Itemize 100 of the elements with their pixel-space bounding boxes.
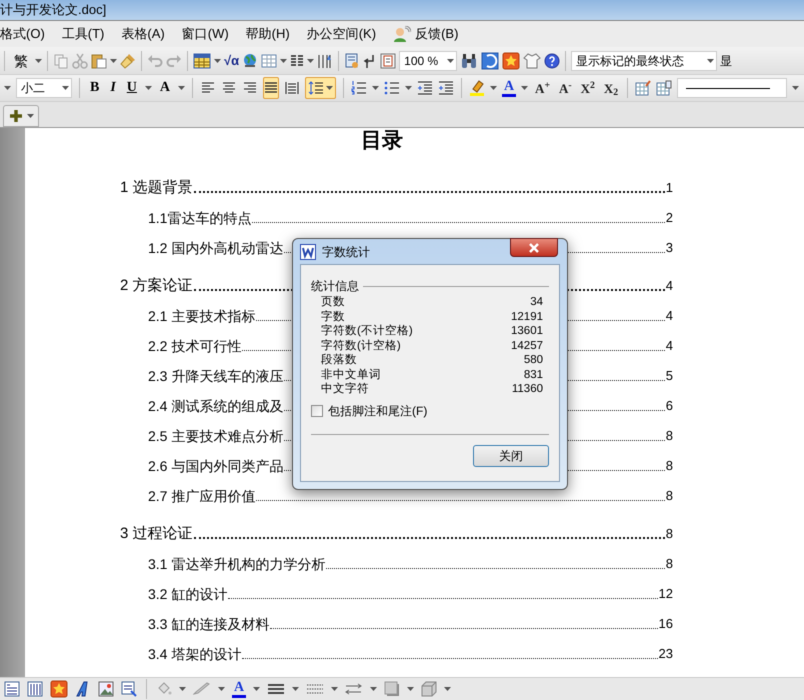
- toc-entry[interactable]: 1.1雷达车的特点: [148, 208, 252, 228]
- page-number: 12: [658, 585, 673, 603]
- grid-icon[interactable]: [261, 52, 278, 68]
- bullet-list-icon[interactable]: [384, 81, 400, 95]
- checkbox[interactable]: [311, 404, 323, 416]
- toc-entry[interactable]: 3 过程论证: [120, 524, 193, 544]
- dropdown-arrow-icon[interactable]: [214, 58, 221, 62]
- binoculars-icon[interactable]: [460, 52, 478, 68]
- dropdown-arrow-icon[interactable]: [490, 86, 498, 90]
- vertical-text-box-icon[interactable]: [27, 681, 43, 697]
- dropdown-arrow-icon[interactable]: [331, 687, 338, 691]
- toc-entry[interactable]: 3.3 缸的连接及材料: [148, 614, 270, 634]
- dropdown-arrow-icon[interactable]: [792, 86, 800, 90]
- dropdown-arrow-icon[interactable]: [178, 86, 186, 90]
- line-style-dropdown[interactable]: [677, 78, 788, 98]
- underline-button[interactable]: U: [124, 81, 140, 95]
- table-edit-icon[interactable]: [635, 80, 652, 96]
- dropdown-arrow-icon[interactable]: [110, 58, 117, 62]
- globe-icon[interactable]: [242, 52, 258, 68]
- text-box-icon[interactable]: [4, 681, 20, 697]
- menu-item[interactable]: 工具(T): [62, 24, 104, 44]
- close-button[interactable]: [510, 238, 558, 257]
- add-button[interactable]: [3, 105, 39, 127]
- menu-item[interactable]: 反馈(B): [393, 24, 458, 44]
- align-button[interactable]: [263, 77, 280, 99]
- increase-indent-icon[interactable]: [438, 81, 454, 95]
- shirt-icon[interactable]: [523, 52, 542, 68]
- dropdown-arrow-icon[interactable]: [370, 687, 377, 691]
- app-icon[interactable]: [481, 52, 500, 70]
- menu-item[interactable]: 办公空间(K): [306, 24, 376, 44]
- formula-button[interactable]: √α: [224, 54, 240, 67]
- font-size-step-button[interactable]: X$_{2}$: [602, 82, 620, 94]
- table-icon[interactable]: [193, 52, 211, 68]
- dropdown-arrow-icon[interactable]: [253, 687, 260, 691]
- font-size-step-button[interactable]: X$^{2}$: [578, 82, 597, 94]
- zoom-field[interactable]: 100 %: [399, 50, 458, 70]
- dropdown-arrow-icon[interactable]: [521, 86, 528, 90]
- toc-entry[interactable]: 2.4 测试系统的组成及: [148, 396, 284, 416]
- dropdown-arrow-icon[interactable]: [144, 86, 152, 90]
- paste-icon[interactable]: [91, 52, 107, 68]
- font-size-step-button[interactable]: A$^{-}$: [557, 82, 574, 94]
- dropdown-arrow-icon[interactable]: [707, 58, 714, 62]
- toc-entry[interactable]: 2.2 技术可行性: [148, 336, 242, 356]
- menu-item[interactable]: 窗口(W): [182, 24, 229, 44]
- dropdown-arrow-icon[interactable]: [179, 687, 186, 691]
- font-size-field[interactable]: 小二: [16, 78, 72, 98]
- toc-entry[interactable]: 3.4 塔架的设计: [148, 644, 242, 664]
- text-effect-button[interactable]: A: [156, 81, 174, 95]
- font-size-step-button[interactable]: A$^{+}$: [533, 82, 552, 94]
- picture-icon[interactable]: [98, 681, 114, 697]
- toc-entry[interactable]: 3.1 雷达举升机构的力学分析: [148, 554, 326, 574]
- columns-icon[interactable]: [290, 54, 304, 68]
- dropdown-arrow-icon[interactable]: [280, 58, 288, 62]
- toc-entry[interactable]: 2.1 主要技术指标: [148, 306, 256, 326]
- page-icon[interactable]: [380, 52, 396, 68]
- numbered-list-icon[interactable]: [351, 81, 368, 95]
- dropdown-arrow-icon[interactable]: [405, 86, 412, 90]
- shadow-icon[interactable]: [384, 681, 400, 697]
- menu-item[interactable]: 帮助(H): [246, 24, 290, 44]
- table-icon[interactable]: [656, 80, 672, 96]
- format-painter-icon[interactable]: [120, 52, 136, 68]
- dropdown-arrow-icon[interactable]: [407, 687, 414, 691]
- person-icon: [393, 26, 412, 42]
- cube-icon[interactable]: [421, 681, 437, 697]
- dropdown-arrow-icon[interactable]: [447, 58, 454, 62]
- show-button[interactable]: 显: [720, 52, 732, 70]
- dropdown-arrow-icon[interactable]: [444, 687, 451, 691]
- line-weight-icon[interactable]: [267, 683, 285, 695]
- page-icon[interactable]: [344, 52, 360, 68]
- toc-entry[interactable]: 2.3 升降天线车的液压: [148, 366, 284, 386]
- font-color-button[interactable]: A: [232, 680, 246, 698]
- toc-entry[interactable]: 1 选题背景: [120, 178, 193, 198]
- callout-icon[interactable]: [121, 681, 137, 697]
- dropdown-arrow-icon[interactable]: [62, 86, 69, 90]
- toc-entry[interactable]: 2.5 主要技术难点分析: [148, 426, 284, 446]
- help-icon[interactable]: [544, 52, 560, 68]
- dropdown-arrow-icon[interactable]: [292, 687, 299, 691]
- toc-entry[interactable]: 2.6 与国内外同类产品: [148, 456, 284, 476]
- line-spacing-button[interactable]: [305, 77, 336, 99]
- toc-entry[interactable]: 2.7 推广应用价值: [148, 486, 256, 506]
- font-color-button[interactable]: A: [502, 80, 516, 96]
- dropdown-arrow-icon[interactable]: [218, 687, 225, 691]
- dropdown-arrow-icon[interactable]: [35, 58, 42, 62]
- decrease-indent-icon[interactable]: [417, 81, 434, 95]
- toc-entry[interactable]: 2 方案论证: [120, 276, 193, 296]
- toc-entry[interactable]: 3.2 缸的设计: [148, 584, 228, 604]
- close-dialog-button[interactable]: 关闭: [473, 444, 549, 466]
- convert-button[interactable]: 繁: [10, 54, 32, 68]
- dropdown-arrow-icon[interactable]: [372, 86, 380, 90]
- arrow-style-icon[interactable]: [345, 683, 363, 695]
- dropdown-arrow-icon[interactable]: [307, 58, 314, 62]
- dash-style-icon[interactable]: [306, 683, 324, 695]
- markup-dropdown[interactable]: 显示标记的最终状态: [571, 50, 718, 70]
- menu-item[interactable]: 表格(A): [121, 24, 165, 44]
- menu-item[interactable]: 格式(O): [0, 24, 45, 44]
- dropdown-arrow-icon[interactable]: [4, 86, 11, 90]
- italic-button[interactable]: I: [107, 81, 119, 95]
- bold-button[interactable]: B: [87, 81, 102, 95]
- toc-entry[interactable]: 1.2 国内外高机动雷达: [148, 238, 284, 258]
- highlighter-icon[interactable]: [469, 80, 486, 96]
